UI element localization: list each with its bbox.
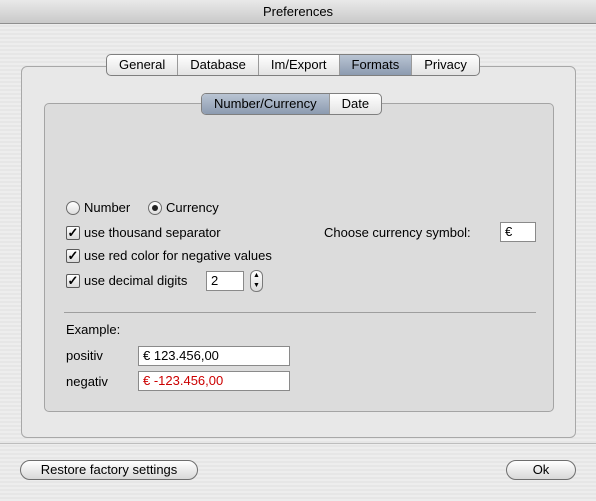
decimal-digits-field[interactable]: 2 bbox=[206, 271, 244, 291]
negative-label: negativ bbox=[66, 374, 108, 389]
tab-number-currency[interactable]: Number/Currency bbox=[202, 94, 329, 114]
section-divider bbox=[64, 312, 536, 313]
red-negative-checkbox[interactable]: ✓ bbox=[66, 249, 80, 263]
tab-im-export[interactable]: Im/Export bbox=[257, 55, 339, 75]
currency-symbol-field[interactable]: € bbox=[500, 222, 536, 242]
tab-general[interactable]: General bbox=[107, 55, 177, 75]
decimal-digits-stepper[interactable]: ▲ ▼ bbox=[250, 270, 263, 292]
stepper-up-icon[interactable]: ▲ bbox=[251, 271, 262, 281]
tab-date[interactable]: Date bbox=[328, 94, 381, 114]
red-negative-label[interactable]: use red color for negative values bbox=[84, 248, 272, 263]
positive-example-field: € 123.456,00 bbox=[138, 346, 290, 366]
format-subtab-bar: Number/Currency Date bbox=[201, 93, 383, 115]
currency-radio[interactable] bbox=[148, 201, 162, 215]
negative-example-field: € -123.456,00 bbox=[138, 371, 290, 391]
thousand-separator-label[interactable]: use thousand separator bbox=[84, 225, 221, 240]
currency-symbol-label: Choose currency symbol: bbox=[324, 225, 471, 240]
ok-button[interactable]: Ok bbox=[506, 460, 576, 480]
example-heading: Example: bbox=[66, 322, 121, 337]
tab-database[interactable]: Database bbox=[177, 55, 258, 75]
decimal-digits-label[interactable]: use decimal digits bbox=[84, 273, 187, 288]
preferences-tab-bar: General Database Im/Export Formats Priva… bbox=[106, 54, 480, 76]
tab-privacy[interactable]: Privacy bbox=[411, 55, 479, 75]
window-title: Preferences bbox=[0, 0, 596, 24]
number-radio[interactable] bbox=[66, 201, 80, 215]
decimal-digits-checkbox[interactable]: ✓ bbox=[66, 274, 80, 288]
positive-label: positiv bbox=[66, 348, 103, 363]
stepper-down-icon[interactable]: ▼ bbox=[251, 281, 262, 291]
tab-formats[interactable]: Formats bbox=[338, 55, 412, 75]
number-radio-label[interactable]: Number bbox=[84, 200, 130, 215]
restore-factory-settings-button[interactable]: Restore factory settings bbox=[20, 460, 198, 480]
thousand-separator-checkbox[interactable]: ✓ bbox=[66, 226, 80, 240]
bottom-separator bbox=[0, 443, 596, 444]
currency-radio-label[interactable]: Currency bbox=[166, 200, 219, 215]
